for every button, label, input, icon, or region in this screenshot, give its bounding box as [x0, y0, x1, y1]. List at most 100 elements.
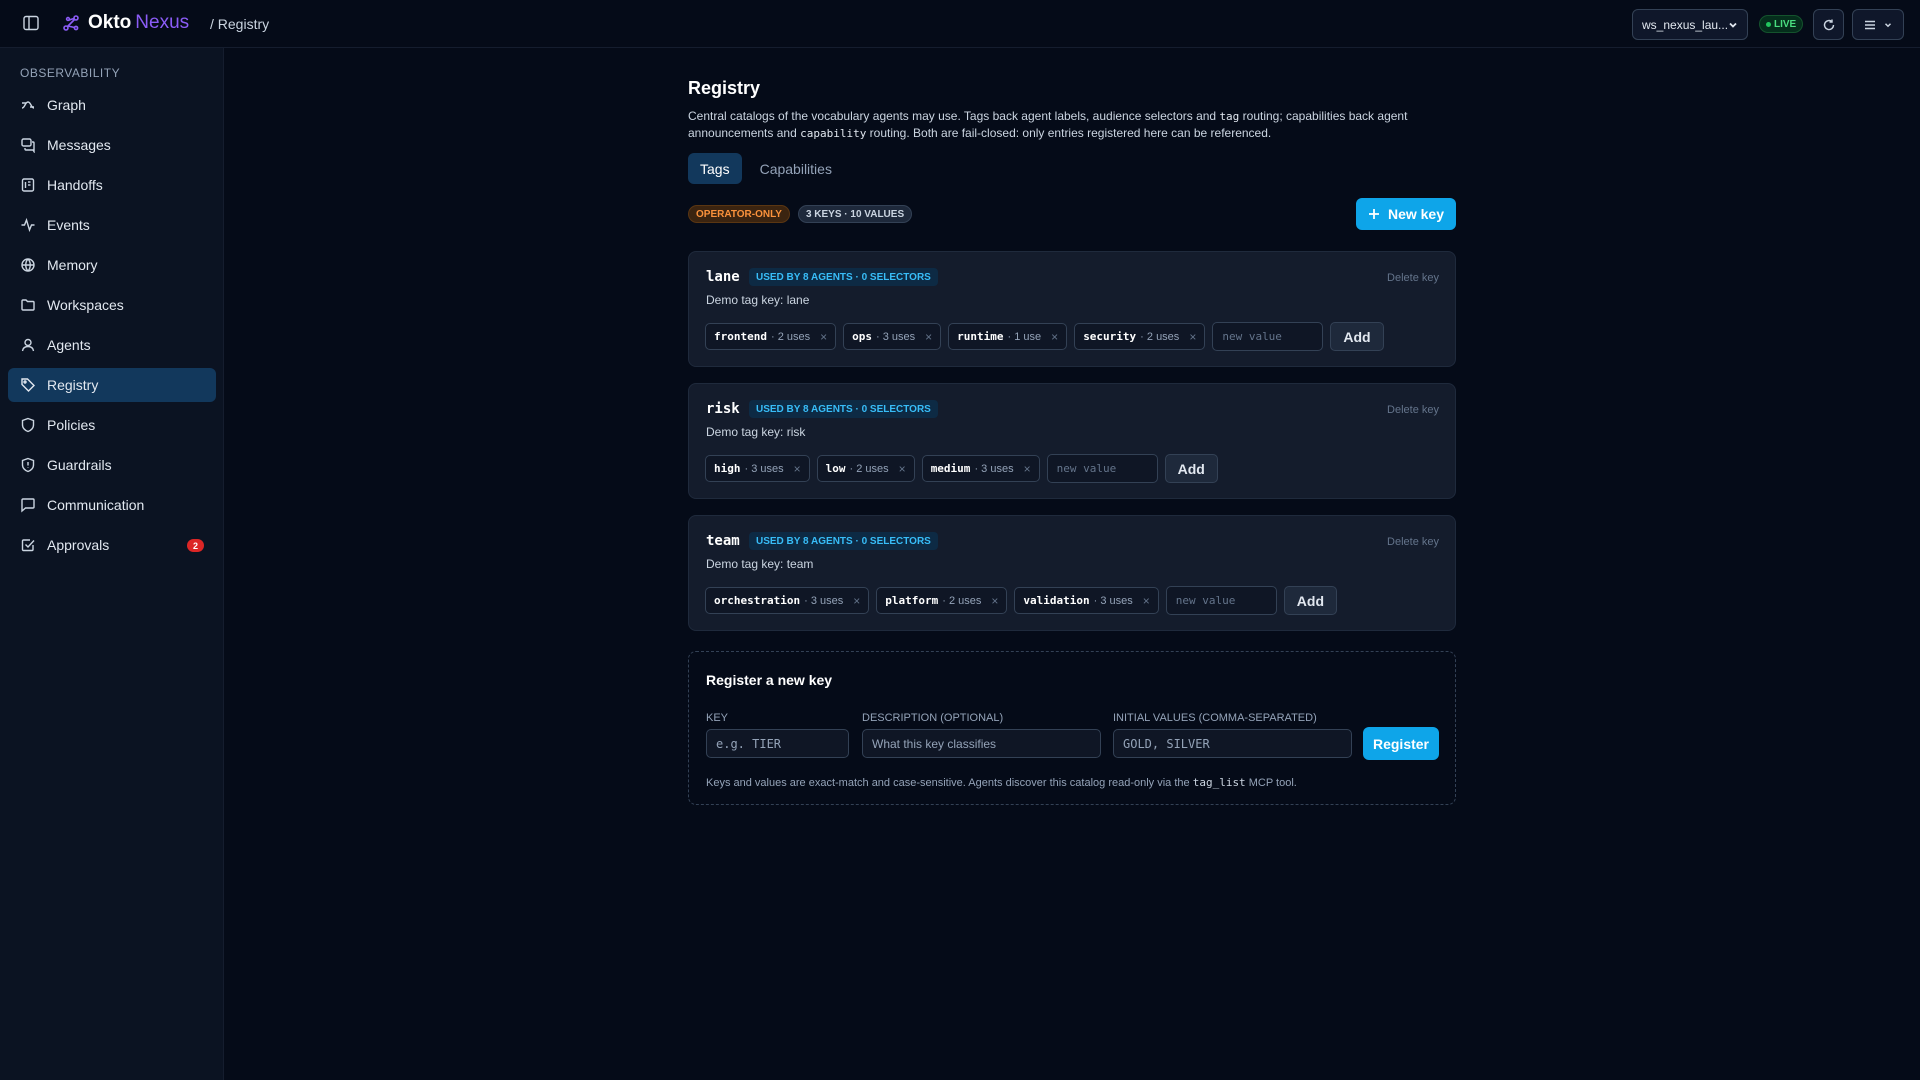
usage-badge: USED BY 8 AGENTS · 0 SELECTORS [749, 268, 938, 286]
note-text: Keys and values are exact-match and case… [706, 777, 1193, 789]
live-status-badge: LIVE [1759, 15, 1804, 33]
approvals-count-badge: 2 [187, 539, 204, 552]
sidebar-item-label: Events [47, 217, 90, 233]
memory-icon [21, 258, 35, 272]
usage-badge: USED BY 8 AGENTS · 0 SELECTORS [749, 400, 938, 418]
note-code: tag_list [1192, 776, 1246, 789]
page-title: Registry [688, 78, 761, 98]
desc-code: tag [1219, 110, 1240, 123]
remove-value-icon[interactable]: × [1024, 462, 1031, 476]
brand-product: Nexus [135, 12, 190, 33]
new-key-button[interactable]: New key [1355, 198, 1456, 230]
tab-capabilities[interactable]: Capabilities [748, 153, 844, 184]
remove-value-icon[interactable]: × [1189, 330, 1196, 344]
sidebar-toggle-icon[interactable] [22, 14, 40, 32]
tag-value: high [714, 462, 741, 475]
tag-value: orchestration [714, 594, 801, 607]
workspace-select[interactable]: ws_nexus_lau... [1632, 9, 1748, 40]
add-value-button[interactable]: Add [1283, 586, 1337, 615]
remove-value-icon[interactable]: × [1143, 594, 1150, 608]
tag-value-uses: · 3 uses [876, 330, 916, 343]
register-button[interactable]: Register [1363, 727, 1439, 760]
sidebar-item-handoffs[interactable]: Handoffs [8, 168, 216, 202]
shield-alert-icon [21, 457, 35, 473]
tag-key-name: team [706, 533, 740, 549]
refresh-icon [1823, 19, 1834, 30]
menu-button[interactable] [1852, 9, 1904, 40]
remove-value-icon[interactable]: × [820, 330, 827, 344]
register-note: Keys and values are exact-match and case… [706, 776, 1297, 789]
tag-key-card: lane USED BY 8 AGENTS · 0 SELECTORS Dele… [688, 251, 1456, 367]
tag-key-description: Demo tag key: team [706, 557, 814, 571]
user-icon [21, 338, 35, 352]
new-value-input[interactable] [1046, 454, 1158, 483]
add-value-button[interactable]: Add [1164, 454, 1218, 483]
new-value-input[interactable] [1165, 586, 1277, 615]
tag-value-chip: low · 2 uses × [816, 455, 915, 482]
tab-bar: Tags Capabilities [688, 153, 844, 184]
shield-icon [21, 417, 35, 433]
remove-value-icon[interactable]: × [853, 594, 860, 608]
new-key-label: New key [1387, 206, 1444, 222]
sidebar-item-agents[interactable]: Agents [8, 328, 216, 362]
sidebar-item-registry[interactable]: Registry [8, 368, 216, 402]
tag-value-chip: ops · 3 uses × [843, 323, 942, 350]
sidebar-item-label: Communication [47, 497, 145, 513]
desc-text: Central catalogs of the vocabulary agent… [688, 109, 1220, 123]
menu-icon [1865, 20, 1875, 29]
tag-value-uses: · 3 uses [974, 462, 1014, 475]
register-key-panel: Register a new key KEY DESCRIPTION (OPTI… [688, 651, 1456, 805]
check-square-icon [21, 539, 35, 552]
tag-value-uses: · 2 uses [1140, 330, 1180, 343]
sidebar-item-graph[interactable]: Graph [8, 88, 216, 122]
remove-value-icon[interactable]: × [1051, 330, 1058, 344]
tag-value-chip: runtime · 1 use × [948, 323, 1068, 350]
operator-only-badge: OPERATOR-ONLY [688, 205, 790, 223]
sidebar-item-events[interactable]: Events [8, 208, 216, 242]
initial-values-input[interactable] [1113, 729, 1352, 758]
tag-value-chip: validation · 3 uses × [1014, 587, 1159, 614]
tag-value: frontend [714, 330, 767, 343]
description-label: DESCRIPTION (OPTIONAL) [862, 712, 1004, 724]
live-label: LIVE [1774, 18, 1797, 30]
tag-value: runtime [957, 330, 1004, 343]
tag-value: ops [852, 330, 873, 343]
graph-icon [21, 101, 35, 109]
new-value-input[interactable] [1212, 322, 1324, 351]
tag-values: high · 3 uses × low · 2 uses × medium · 3 use… [705, 454, 1218, 483]
tab-tags[interactable]: Tags [688, 153, 742, 184]
sidebar-item-communication[interactable]: Communication [8, 488, 216, 522]
tag-value-uses: · 2 uses [849, 462, 889, 475]
sidebar-item-policies[interactable]: Policies [8, 408, 216, 442]
tag-value-chip: platform · 2 uses × [876, 587, 1008, 614]
summary-badges: OPERATOR-ONLY 3 KEYS · 10 VALUES [688, 205, 913, 223]
events-icon [21, 217, 35, 233]
remove-value-icon[interactable]: × [925, 330, 932, 344]
description-input[interactable] [862, 729, 1101, 758]
folder-icon [21, 299, 35, 311]
remove-value-icon[interactable]: × [991, 594, 998, 608]
sidebar-item-label: Policies [47, 417, 96, 433]
remove-value-icon[interactable]: × [899, 462, 906, 476]
workspace-select-value: ws_nexus_lau... [1642, 17, 1729, 32]
sidebar-item-messages[interactable]: Messages [8, 128, 216, 162]
sidebar-item-memory[interactable]: Memory [8, 248, 216, 282]
delete-key-button[interactable]: Delete key [1387, 404, 1439, 416]
tag-value-chip: frontend · 2 uses × [705, 323, 837, 350]
delete-key-button[interactable]: Delete key [1387, 536, 1439, 548]
delete-key-button[interactable]: Delete key [1387, 272, 1439, 284]
sidebar-item-guardrails[interactable]: Guardrails [8, 448, 216, 482]
sidebar-item-approvals[interactable]: Approvals 2 [8, 528, 216, 562]
key-input[interactable] [706, 729, 849, 758]
refresh-button[interactable] [1813, 9, 1844, 40]
remove-value-icon[interactable]: × [794, 462, 801, 476]
tag-value-chip: orchestration · 3 uses × [705, 587, 870, 614]
register-title: Register a new key [706, 672, 833, 688]
tag-values: orchestration · 3 uses × platform · 2 uses ×… [705, 586, 1337, 615]
add-value-button[interactable]: Add [1330, 322, 1384, 351]
sidebar-item-label: Guardrails [47, 457, 112, 473]
tag-key-description: Demo tag key: lane [706, 293, 810, 307]
sidebar-item-workspaces[interactable]: Workspaces [8, 288, 216, 322]
brand-logo[interactable]: Okto Nexus [62, 12, 189, 34]
chevron-down-icon [1884, 22, 1892, 27]
